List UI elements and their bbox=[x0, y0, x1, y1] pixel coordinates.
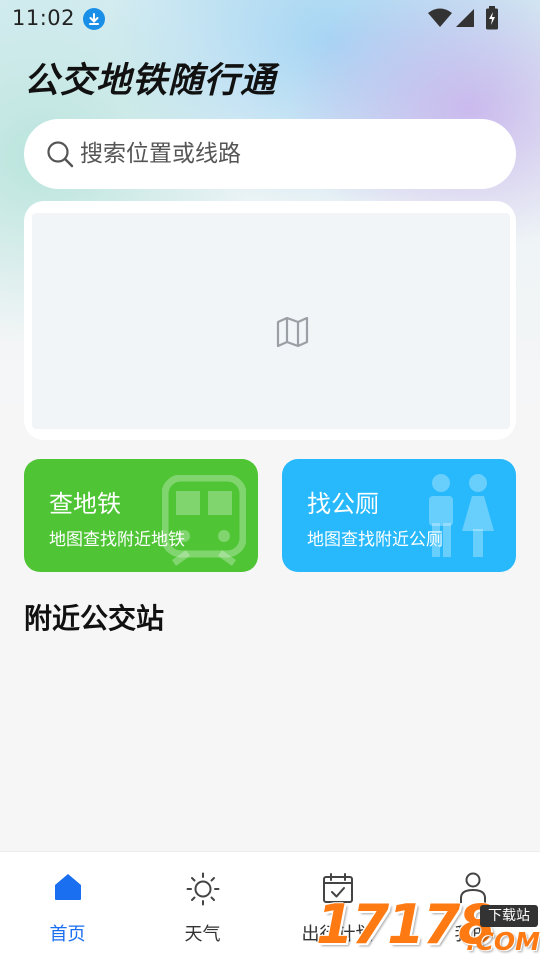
status-time: 11:02 bbox=[12, 6, 76, 30]
signal-icon bbox=[455, 8, 475, 32]
find-subway-subtitle: 地图查找附近地铁 bbox=[49, 530, 185, 550]
find-subway-title: 查地铁 bbox=[49, 490, 121, 518]
home-icon bbox=[53, 872, 83, 906]
find-toilet-subtitle: 地图查找附近公厕 bbox=[307, 530, 443, 550]
search-input[interactable] bbox=[80, 119, 500, 189]
map-card[interactable] bbox=[24, 201, 516, 440]
watermark-badge: 下载站 bbox=[480, 905, 538, 927]
wifi-icon bbox=[428, 8, 452, 32]
sun-icon bbox=[186, 872, 220, 910]
search-box[interactable] bbox=[24, 119, 516, 189]
download-icon bbox=[83, 8, 105, 30]
restroom-icon bbox=[426, 473, 498, 565]
train-icon bbox=[161, 474, 247, 571]
map-view[interactable] bbox=[32, 213, 510, 429]
map-icon bbox=[276, 316, 310, 351]
tab-weather-label: 天气 bbox=[184, 924, 221, 945]
search-icon bbox=[46, 140, 74, 172]
battery-icon bbox=[485, 6, 499, 34]
status-bar: 11:02 bbox=[0, 0, 540, 38]
watermark-logo: 17178 下载站 .COM bbox=[316, 895, 540, 960]
tab-weather[interactable]: 天气 bbox=[135, 852, 270, 960]
tab-home-label: 首页 bbox=[49, 924, 86, 945]
find-toilet-title: 找公厕 bbox=[307, 490, 379, 518]
watermark-suffix: .COM bbox=[466, 927, 540, 956]
tab-home[interactable]: 首页 bbox=[0, 852, 135, 960]
find-subway-card[interactable]: 查地铁 地图查找附近地铁 bbox=[24, 459, 258, 572]
nearby-bus-stops-title: 附近公交站 bbox=[24, 602, 165, 635]
find-toilet-card[interactable]: 找公厕 地图查找附近公厕 bbox=[282, 459, 516, 572]
app-title: 公交地铁随行通 bbox=[24, 61, 277, 101]
